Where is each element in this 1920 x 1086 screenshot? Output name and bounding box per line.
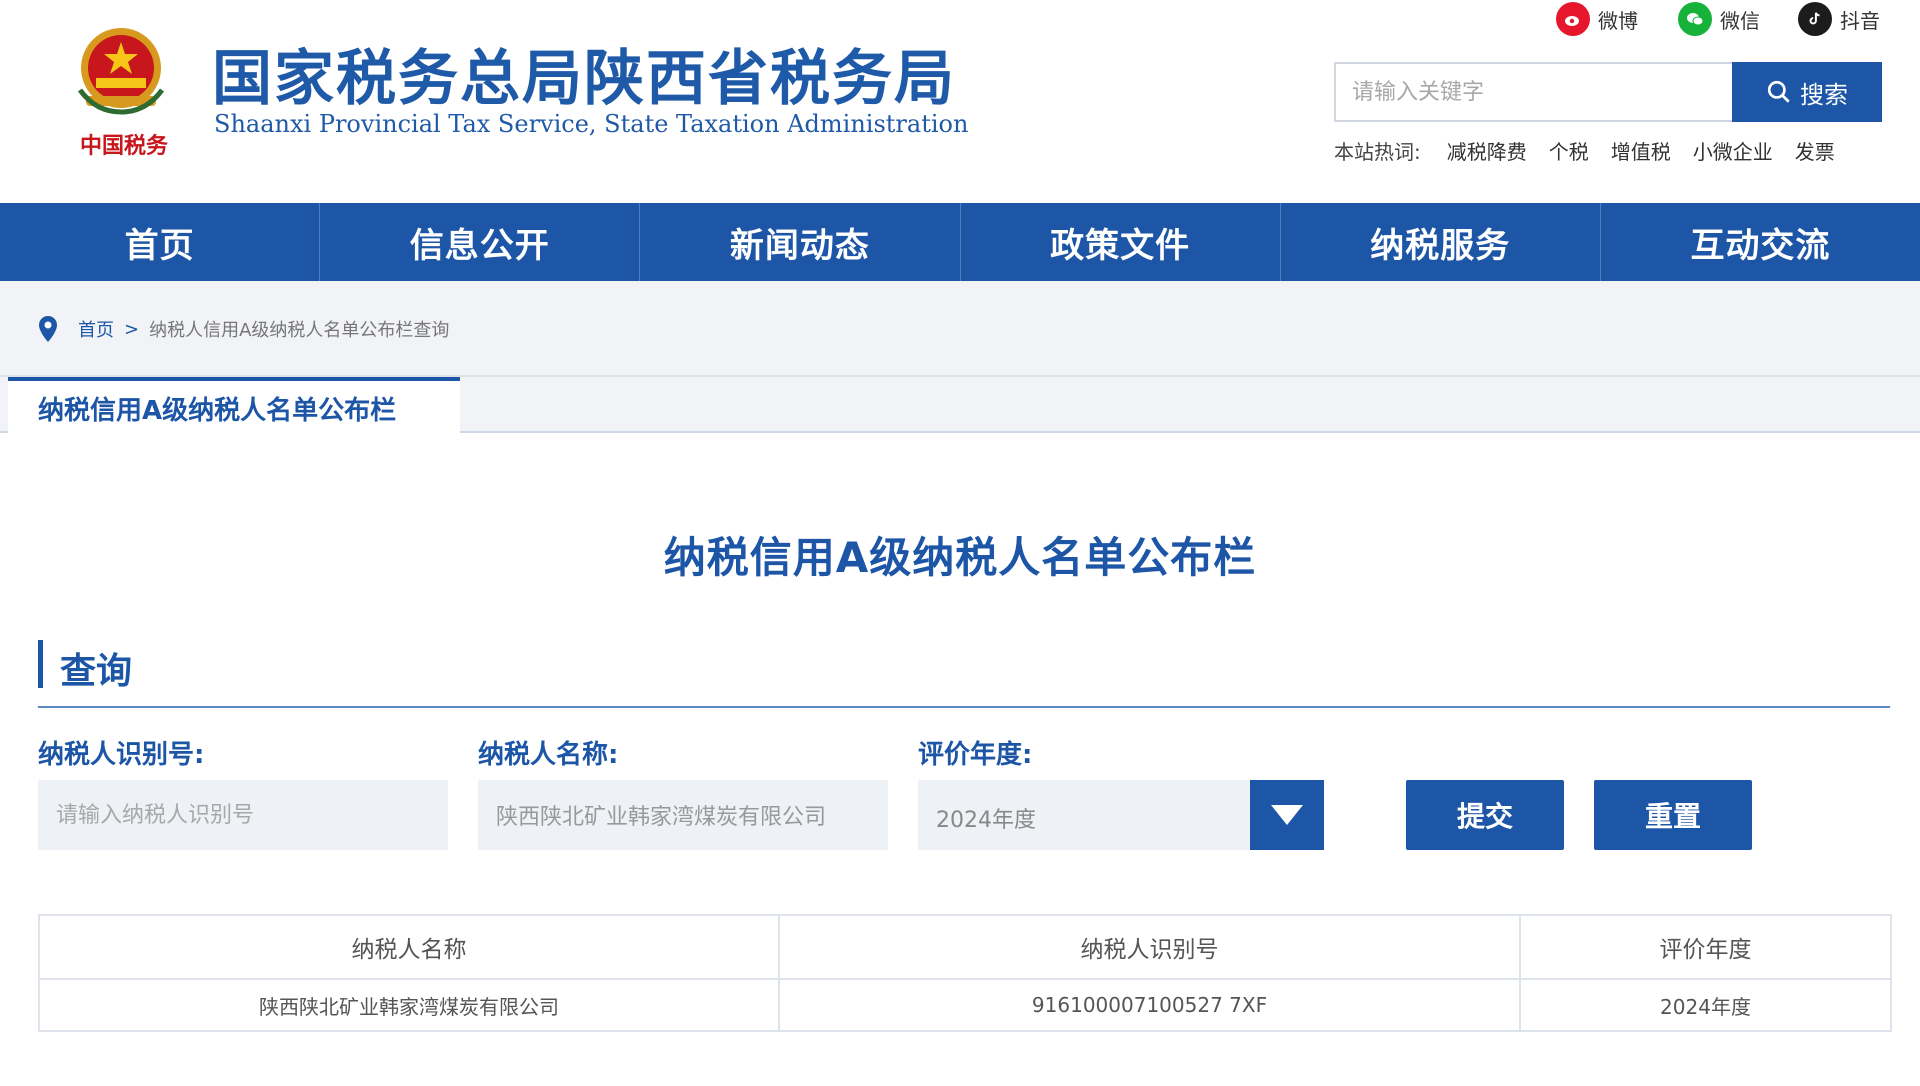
site-header: 中国税务 国家税务总局陕西省税务局 Shaanxi Provincial Tax… <box>0 0 1920 203</box>
evaluation-year-select[interactable]: 2024年度 <box>918 780 1324 850</box>
main-nav: 首页 信息公开 新闻动态 政策文件 纳税服务 互动交流 <box>0 203 1920 281</box>
breadcrumb: 首页 > 纳税人信用A级纳税人名单公布栏查询 <box>36 315 449 343</box>
site-subtitle: Shaanxi Provincial Tax Service, State Ta… <box>214 110 969 138</box>
table-row: 陕西陕北矿业韩家湾煤炭有限公司 916100007100527 7XF 2024… <box>38 978 1892 1032</box>
year-dropdown-button[interactable] <box>1250 780 1324 850</box>
column-header-evaluation-year: 评价年度 <box>1519 914 1892 980</box>
page-title: 纳税信用A级纳税人名单公布栏 <box>663 533 1257 582</box>
search-button-label: 搜索 <box>1800 80 1848 109</box>
nav-item-interaction[interactable]: 互动交流 <box>1601 203 1920 281</box>
weibo-link[interactable]: 微博 <box>1556 2 1638 36</box>
weibo-label: 微博 <box>1598 8 1638 33</box>
wechat-label: 微信 <box>1720 8 1760 33</box>
submit-button[interactable]: 提交 <box>1406 780 1564 850</box>
location-pin-icon <box>39 316 57 342</box>
douyin-label: 抖音 <box>1840 8 1880 33</box>
breadcrumb-current: 纳税人信用A级纳税人名单公布栏查询 <box>149 320 450 341</box>
breadcrumb-bar: 首页 > 纳税人信用A级纳税人名单公布栏查询 <box>0 281 1920 377</box>
result-table: 纳税人名称 纳税人识别号 评价年度 陕西陕北矿业韩家湾煤炭有限公司 916100… <box>38 914 1892 1032</box>
column-header-taxpayer-id: 纳税人识别号 <box>778 914 1521 980</box>
weibo-icon <box>1556 2 1590 36</box>
query-section-header: 查询 <box>38 636 1890 708</box>
wechat-icon <box>1678 2 1712 36</box>
evaluation-year-label: 评价年度: <box>918 740 1033 770</box>
nav-item-policy[interactable]: 政策文件 <box>961 203 1281 281</box>
wechat-link[interactable]: 微信 <box>1678 2 1760 36</box>
search-box: 搜索 <box>1334 62 1882 122</box>
search-icon <box>1767 80 1790 103</box>
nav-item-home[interactable]: 首页 <box>0 203 321 281</box>
nav-item-info-disclosure[interactable]: 信息公开 <box>320 203 641 281</box>
reset-button[interactable]: 重置 <box>1594 780 1752 850</box>
emblem-text: 中国税务 <box>79 133 168 159</box>
tax-emblem-logo[interactable]: 中国税务 <box>66 12 176 162</box>
hot-word-link[interactable]: 小微企业 <box>1693 136 1773 165</box>
cell-evaluation-year: 2024年度 <box>1519 978 1892 1032</box>
tab-strip: 纳税信用A级纳税人名单公布栏 <box>0 377 1920 435</box>
column-header-taxpayer-name: 纳税人名称 <box>38 914 780 980</box>
taxpayer-name-input[interactable] <box>478 780 888 850</box>
breadcrumb-separator: > <box>124 318 140 340</box>
hot-word-link[interactable]: 减税降费 <box>1447 136 1527 165</box>
taxpayer-id-label: 纳税人识别号: <box>38 740 205 770</box>
cell-taxpayer-name: 陕西陕北矿业韩家湾煤炭有限公司 <box>38 978 780 1032</box>
search-button[interactable]: 搜索 <box>1732 62 1882 122</box>
douyin-icon <box>1798 2 1832 36</box>
taxpayer-id-input[interactable] <box>38 780 448 850</box>
hot-words: 本站热词: 减税降费 个税 增值税 小微企业 发票 <box>1334 136 1835 165</box>
site-title: 国家税务总局陕西省税务局 <box>212 44 956 114</box>
taxpayer-name-label: 纳税人名称: <box>478 740 619 770</box>
breadcrumb-home-link[interactable]: 首页 <box>78 316 114 342</box>
cell-taxpayer-id: 916100007100527 7XF <box>778 978 1521 1032</box>
nav-item-news[interactable]: 新闻动态 <box>640 203 961 281</box>
table-header-row: 纳税人名称 纳税人识别号 评价年度 <box>38 914 1892 980</box>
section-accent-bar <box>38 640 43 688</box>
hot-word-link[interactable]: 个税 <box>1549 136 1589 165</box>
tab-a-level-list[interactable]: 纳税信用A级纳税人名单公布栏 <box>8 377 460 435</box>
search-input[interactable] <box>1336 64 1734 120</box>
douyin-link[interactable]: 抖音 <box>1798 2 1880 36</box>
evaluation-year-value: 2024年度 <box>936 808 1036 833</box>
triangle-down-icon <box>1271 805 1303 825</box>
hot-word-link[interactable]: 增值税 <box>1611 136 1671 165</box>
hot-words-label: 本站热词: <box>1334 140 1421 164</box>
hot-word-link[interactable]: 发票 <box>1795 136 1835 165</box>
section-label: 查询 <box>60 651 133 692</box>
nav-item-tax-service[interactable]: 纳税服务 <box>1281 203 1601 281</box>
